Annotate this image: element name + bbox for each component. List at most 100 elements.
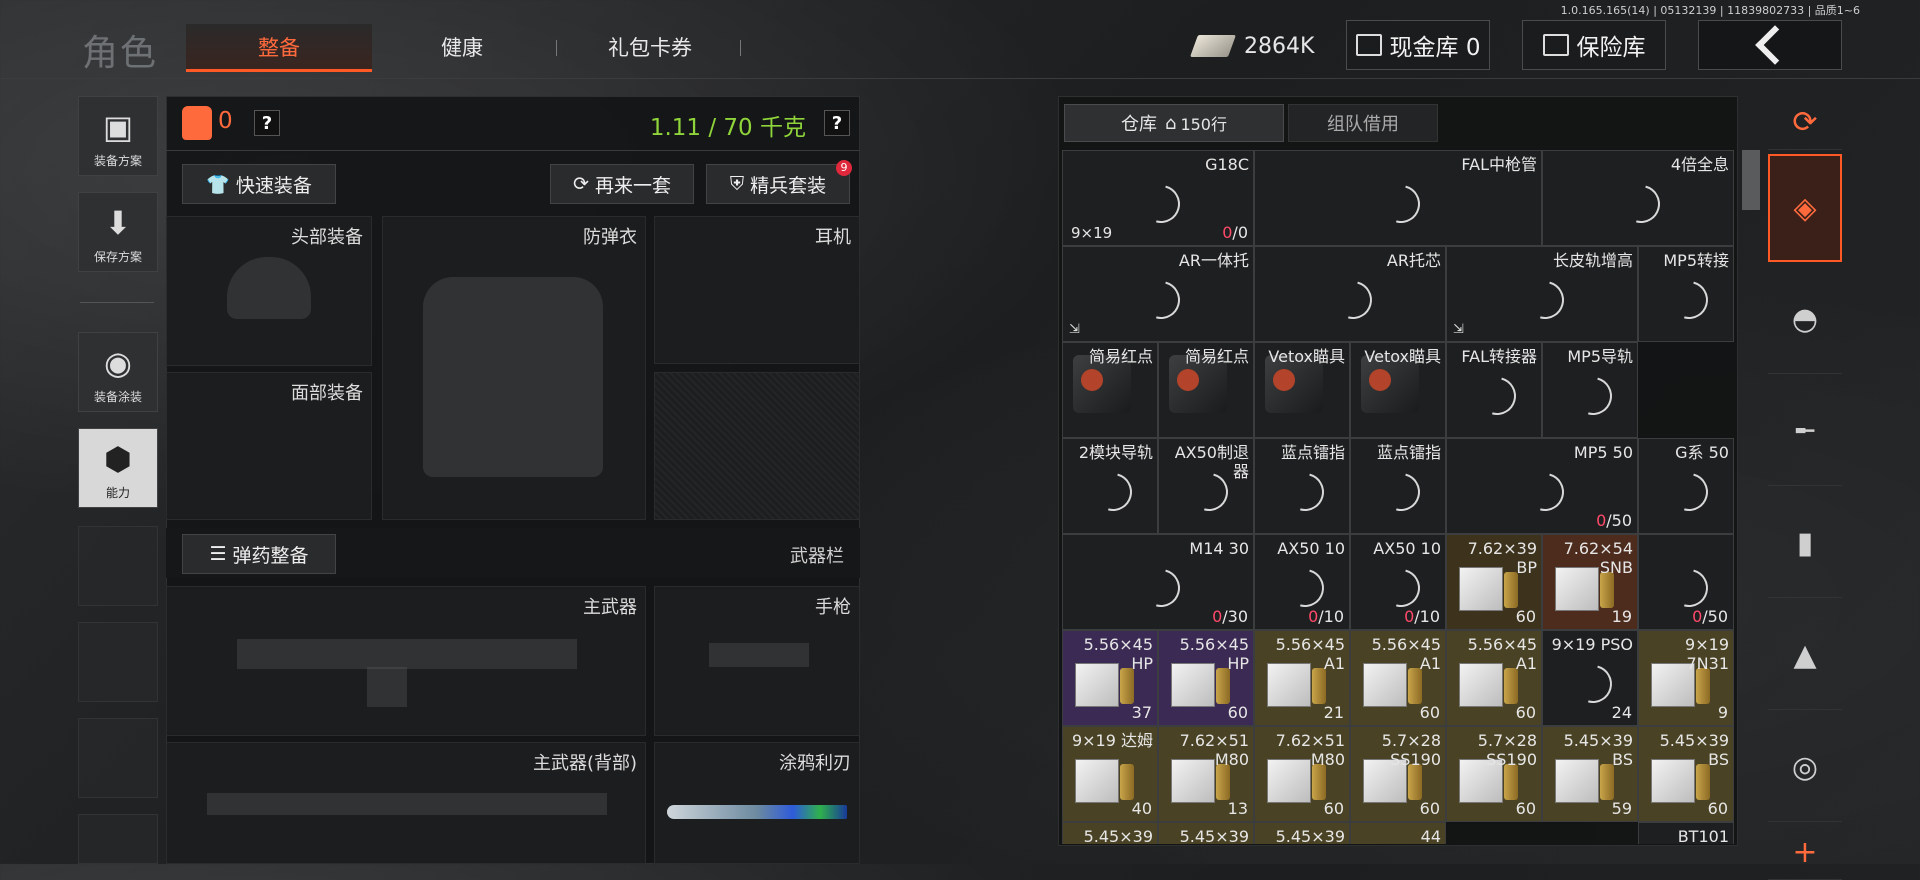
item-count-value: 60 — [1419, 703, 1440, 722]
nav-ability[interactable]: ⬢ 能力 — [78, 428, 158, 508]
rail-layers-button[interactable]: ◈ — [1768, 154, 1842, 262]
item-name: AX50 10 — [1277, 539, 1345, 558]
warehouse-item[interactable]: 长皮轨增高 ⇲ — [1446, 246, 1638, 342]
warehouse-item[interactable]: 44 — [1350, 822, 1446, 844]
quick-equip-button[interactable]: 👕 快速装备 — [182, 164, 336, 204]
cash-vault-button[interactable]: 现金库 0 — [1346, 20, 1490, 70]
safe-button[interactable]: 保险库 — [1522, 20, 1666, 70]
warehouse-item[interactable]: 7.62×39 BP 60 — [1446, 534, 1542, 630]
ammo-equip-button[interactable]: ☰ 弹药整备 — [182, 534, 336, 574]
elite-set-button[interactable]: ⛨ 精兵套装 — [706, 164, 850, 204]
shirt-icon: 👕 — [206, 173, 230, 196]
warehouse-item[interactable]: 7.62×51 M80 60 — [1254, 726, 1350, 822]
warehouse-item[interactable]: AX50 10 0/10 — [1350, 534, 1446, 630]
warehouse-item[interactable]: 5.56×45 HP 60 — [1158, 630, 1254, 726]
item-name: BT101 — [1677, 827, 1729, 844]
warehouse-grid: G18C 9×19 0/0 FAL中枪管 4倍全息 AR一体托 ⇲ AR托芯 长皮轨增高 ⇲ MP5… — [1062, 150, 1738, 844]
tab-health[interactable]: 健康 — [372, 24, 552, 72]
warehouse-item[interactable]: 简易红点 — [1158, 342, 1254, 438]
helmet-icon: ◓ — [1791, 302, 1819, 337]
nav-save-plan[interactable]: ⬇ 保存方案 — [78, 192, 158, 272]
primary-back-slot[interactable]: 主武器(背部) — [166, 742, 646, 864]
warehouse-item[interactable]: 5.45×39 — [1254, 822, 1350, 844]
warehouse-item[interactable]: 5.45×39 BS 59 — [1542, 726, 1638, 822]
warehouse-item[interactable]: 5.56×45 A1 60 — [1446, 630, 1542, 726]
warehouse-item[interactable]: 4倍全息 — [1542, 150, 1734, 246]
vest-slot-label: 防弹衣 — [583, 227, 637, 248]
loading-icon — [1471, 370, 1523, 422]
nav-divider — [80, 302, 154, 303]
warehouse-item[interactable]: BT101 — [1638, 822, 1734, 844]
warehouse-scrollbar[interactable] — [1742, 150, 1760, 210]
again-button[interactable]: ⟳ 再来一套 — [550, 164, 694, 204]
warehouse-item[interactable]: 蓝点镭指 — [1350, 438, 1446, 534]
warehouse-item[interactable]: AR一体托 ⇲ — [1062, 246, 1254, 342]
warehouse-item[interactable]: FAL中枪管 — [1254, 150, 1542, 246]
tab-team-borrow[interactable]: 组队借用 — [1288, 104, 1438, 142]
warehouse-item[interactable]: FAL转接器 — [1446, 342, 1542, 438]
nav-equip-plan[interactable]: ▣ 装备方案 — [78, 96, 158, 176]
warehouse-item[interactable]: MP5导轨 — [1542, 342, 1638, 438]
tab-equip[interactable]: 整备 — [186, 24, 372, 72]
warehouse-item[interactable]: 5.56×45 A1 60 — [1350, 630, 1446, 726]
primary-weapon-slot[interactable]: 主武器 — [166, 586, 646, 736]
warehouse-item[interactable]: 2模块导轨 — [1062, 438, 1158, 534]
warehouse-item[interactable]: 5.56×45 HP 37 — [1062, 630, 1158, 726]
warehouse-item[interactable]: 9×19 PSO 24 — [1542, 630, 1638, 726]
tab-gift-cards[interactable]: 礼包卡券 — [560, 24, 740, 72]
head-slot[interactable]: 头部装备 — [166, 216, 372, 366]
armor-help-button[interactable]: ? — [254, 110, 280, 136]
loading-icon — [1135, 178, 1187, 230]
warehouse-item[interactable]: AX50制退器 — [1158, 438, 1254, 534]
warehouse-item[interactable]: Vetox瞄具 — [1350, 342, 1446, 438]
tab-warehouse[interactable]: 仓库 ⌂ 150行 — [1064, 104, 1284, 142]
warehouse-item[interactable]: 5.7×28 SS190 60 — [1350, 726, 1446, 822]
rail-bullet-button[interactable]: ▲ — [1768, 602, 1842, 710]
rail-scope-button[interactable]: ◎ — [1768, 714, 1842, 822]
back-button[interactable] — [1698, 20, 1842, 70]
warehouse-item[interactable]: AR托芯 — [1254, 246, 1446, 342]
item-count: 40 — [1132, 799, 1152, 818]
warehouse-item[interactable]: 5.45×39 BS 60 — [1638, 726, 1734, 822]
face-slot[interactable]: 面部装备 — [166, 372, 372, 520]
warehouse-item[interactable]: AX50 10 0/10 — [1254, 534, 1350, 630]
currency-display: 2864K — [1189, 28, 1314, 64]
warehouse-item[interactable]: MP5转接 — [1638, 246, 1734, 342]
item-count: 0/10 — [1308, 607, 1344, 626]
rail-stack-refresh-button[interactable]: ⟳ — [1768, 96, 1842, 150]
warehouse-item[interactable]: 9×19 7N31 9 — [1638, 630, 1734, 726]
weight-help-button[interactable]: ? — [824, 110, 850, 136]
item-count: 60 — [1420, 703, 1440, 722]
warehouse-item[interactable]: G系 50 — [1638, 438, 1734, 534]
rail-rifle-button[interactable]: ╾ — [1768, 378, 1842, 486]
warehouse-item[interactable]: 蓝点镭指 — [1254, 438, 1350, 534]
warehouse-item[interactable]: MP5 50 0/50 — [1446, 438, 1638, 534]
warehouse-item[interactable]: 9×19 达姆 40 — [1062, 726, 1158, 822]
ear-slot[interactable]: 耳机 — [654, 216, 860, 364]
item-count-current: 0 — [1404, 607, 1415, 626]
item-count-value: 60 — [1515, 799, 1536, 818]
rail-plus-button[interactable]: + — [1768, 826, 1842, 880]
nav-label: 保存方案 — [93, 250, 142, 264]
vest-slot[interactable]: 防弹衣 — [382, 216, 646, 520]
warehouse-item[interactable]: 简易红点 — [1062, 342, 1158, 438]
nav-equip-paint[interactable]: ◉ 装备涂装 — [78, 332, 158, 412]
warehouse-item[interactable]: 5.7×28 SS190 60 — [1446, 726, 1542, 822]
rail-magazine-button[interactable]: ▮ — [1768, 490, 1842, 598]
rail-helmet-button[interactable]: ◓ — [1768, 266, 1842, 374]
warehouse-item[interactable]: 0/50 — [1638, 534, 1734, 630]
warehouse-item[interactable]: Vetox瞄具 — [1254, 342, 1350, 438]
warehouse-item[interactable]: G18C 9×19 0/0 — [1062, 150, 1254, 246]
warehouse-item[interactable]: 7.62×54 SNB 19 — [1542, 534, 1638, 630]
knife-slot[interactable]: 涂鸦利刃 — [654, 742, 860, 864]
warehouse-item[interactable]: 5.45×39 — [1158, 822, 1254, 844]
warehouse-item[interactable]: M14 30 0/30 — [1062, 534, 1254, 630]
pistol-slot[interactable]: 手枪 — [654, 586, 860, 736]
item-name: 5.56×45 HP — [1083, 635, 1153, 673]
item-count-value: /10 — [1318, 607, 1344, 626]
warehouse-item[interactable]: 5.56×45 A1 21 — [1254, 630, 1350, 726]
warehouse-item[interactable]: 7.62×51 M80 13 — [1158, 726, 1254, 822]
item-name: Vetox瞄具 — [1364, 347, 1441, 366]
warehouse-item[interactable]: 5.45×39 — [1062, 822, 1158, 844]
item-name: 5.45×39 — [1275, 827, 1345, 844]
